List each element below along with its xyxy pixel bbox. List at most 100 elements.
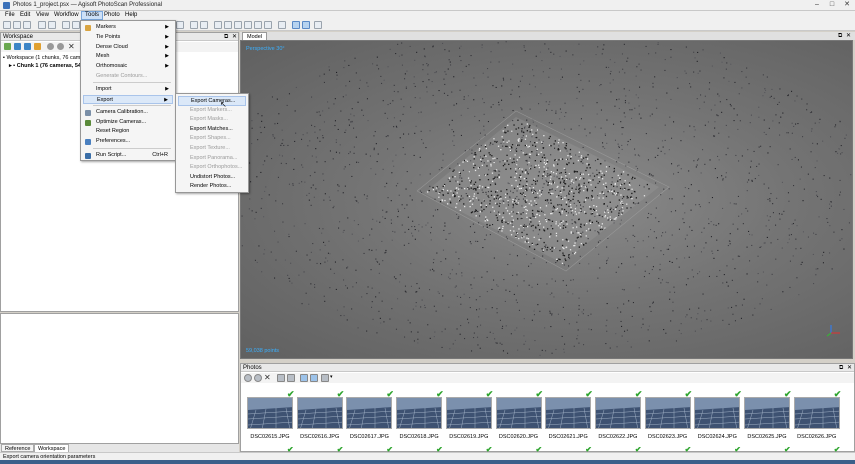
view-mode-icon[interactable] — [321, 374, 329, 382]
export-menu-item-export-panorama[interactable]: Export Panorama... — [178, 154, 246, 164]
grid-icon[interactable] — [190, 21, 198, 29]
menu-edit[interactable]: Edit — [17, 11, 33, 20]
add-folder-icon[interactable] — [24, 43, 31, 50]
filter-icon[interactable] — [300, 374, 308, 382]
export-menu-item-export-shapes[interactable]: Export Shapes... — [178, 134, 246, 144]
zoom-out-icon[interactable] — [224, 21, 232, 29]
tools-menu-item-import[interactable]: Import ▶ — [83, 85, 173, 95]
photo-image — [297, 398, 342, 428]
tools-menu-item-export[interactable]: Export ▶ — [83, 94, 173, 105]
photo-thumbnail[interactable] — [495, 397, 542, 429]
new-icon[interactable] — [3, 21, 11, 29]
photo-thumbnail[interactable] — [396, 397, 443, 429]
minimize-button[interactable]: – — [810, 1, 824, 9]
photo-thumbnail[interactable] — [296, 397, 343, 429]
tools-menu-item-markers[interactable]: Markers ▶ — [83, 23, 173, 33]
tools-menu-item-camera-calibration[interactable]: Camera Calibration... — [83, 108, 173, 118]
export-menu-item-export-matches[interactable]: Export Matches... — [178, 125, 246, 135]
add-markers-icon[interactable] — [34, 43, 41, 50]
photo-thumbnail[interactable] — [694, 397, 741, 429]
maximize-button[interactable]: □ — [825, 1, 839, 9]
photo-thumbnail[interactable] — [346, 397, 393, 429]
panel-float-icon[interactable]: ⧉ — [224, 33, 228, 41]
menu-file[interactable]: File — [2, 11, 18, 20]
photo-filename: DSC02617.JPG — [349, 434, 389, 440]
remove-icon[interactable]: ✕ — [68, 42, 75, 51]
photo-thumbnail[interactable] — [247, 397, 293, 429]
photo-thumbnail[interactable] — [594, 397, 641, 429]
rotate-photo-right-icon[interactable] — [287, 374, 295, 382]
dense-cloud-icon[interactable] — [292, 21, 300, 29]
export-menu-item-export-orthophotos[interactable]: Export Orthophotos... — [178, 163, 246, 173]
redo-icon[interactable] — [48, 21, 56, 29]
menu-help[interactable]: Help — [122, 11, 140, 20]
photo-thumbnail[interactable] — [545, 397, 592, 429]
export-menu-item-undistort-photos[interactable]: Undistort Photos... — [178, 173, 246, 183]
model-viewport[interactable]: Perspective 30° 59,038 points — [240, 40, 853, 359]
rotate-photo-left-icon[interactable] — [277, 374, 285, 382]
tab-model[interactable]: Model — [242, 32, 267, 40]
menu-item-label: Optimize Cameras... — [96, 118, 147, 125]
photo-thumbnail[interactable] — [445, 397, 492, 429]
rect-select-icon[interactable] — [176, 21, 184, 29]
add-photos-icon[interactable] — [14, 43, 21, 50]
enable-cameras-icon[interactable] — [244, 374, 252, 382]
tools-menu-item-preferences[interactable]: Preferences... — [83, 137, 173, 147]
remove-cameras-icon[interactable]: ✕ — [264, 373, 271, 382]
tools-menu-item-optimize-cameras[interactable]: Optimize Cameras... — [83, 118, 173, 128]
navigate-icon[interactable] — [314, 21, 322, 29]
tools-menu-item-generate-contours[interactable]: Generate Contours... — [83, 72, 173, 82]
export-menu-item-export-cameras[interactable]: Export Cameras... — [178, 96, 246, 106]
aligned-check-icon: ✔ — [634, 389, 643, 399]
disable-icon[interactable] — [57, 43, 64, 50]
undo-icon[interactable] — [38, 21, 46, 29]
zoom-in-icon[interactable] — [214, 21, 222, 29]
photos-close-icon[interactable]: ✕ — [847, 364, 852, 372]
menu-view[interactable]: View — [33, 11, 52, 20]
export-menu-item-export-texture[interactable]: Export Texture... — [178, 144, 246, 154]
save-icon[interactable] — [23, 21, 31, 29]
chevron-down-icon[interactable]: ▾ — [330, 374, 333, 380]
points-icon[interactable] — [278, 21, 286, 29]
rotate-left-icon[interactable] — [234, 21, 242, 29]
show-cameras-icon[interactable] — [264, 21, 272, 29]
menu-tools[interactable]: Tools — [81, 11, 104, 20]
open-icon[interactable] — [13, 21, 21, 29]
photo-thumbnail[interactable] — [644, 397, 691, 429]
add-chunk-icon[interactable] — [4, 43, 11, 50]
mesh-icon[interactable] — [302, 21, 310, 29]
photos-float-icon[interactable]: ⧉ — [839, 364, 843, 372]
close-button[interactable]: ✕ — [840, 1, 854, 9]
export-menu-item-export-markers[interactable]: Export Markers... — [178, 106, 246, 116]
grid2-icon[interactable] — [200, 21, 208, 29]
panel-close-icon[interactable]: ✕ — [232, 33, 237, 41]
run-script-icon — [85, 153, 91, 159]
rotate-right-icon[interactable] — [244, 21, 252, 29]
export-menu-item-export-masks[interactable]: Export Masks... — [178, 115, 246, 125]
menu-photo[interactable]: Photo — [101, 11, 123, 20]
rotate-icon[interactable] — [72, 21, 80, 29]
tools-menu-item-mesh[interactable]: Mesh ▶ — [83, 52, 173, 62]
export-menu-item-render-photos[interactable]: Render Photos... — [178, 182, 246, 192]
model-tabbar: Model ⧉ ✕ — [240, 32, 855, 40]
tools-menu-item-reset-region[interactable]: Reset Region — [83, 127, 173, 137]
tools-menu-item-dense-cloud[interactable]: Dense Cloud ▶ — [83, 43, 173, 53]
reset-view-icon[interactable] — [254, 21, 262, 29]
preferences-icon — [85, 139, 91, 146]
reset-filter-icon[interactable] — [310, 374, 318, 382]
photo-filename: DSC02625.JPG — [747, 434, 787, 440]
tab-reference[interactable]: Reference — [1, 444, 35, 452]
select-icon[interactable] — [62, 21, 70, 29]
view-close-icon[interactable]: ✕ — [846, 32, 851, 40]
photo-thumbnail[interactable] — [744, 397, 790, 429]
tools-menu-item-orthomosaic[interactable]: Orthomosaic ▶ — [83, 62, 173, 72]
tools-menu-item-tie-points[interactable]: Tie Points ▶ — [83, 33, 173, 43]
view-float-icon[interactable]: ⧉ — [838, 32, 842, 40]
photo-thumbnail[interactable] — [793, 397, 840, 429]
disable-cameras-icon[interactable] — [254, 374, 262, 382]
menu-workflow[interactable]: Workflow — [51, 11, 82, 20]
tools-menu-item-run-script[interactable]: Run Script... Ctrl+R — [83, 151, 173, 161]
tab-workspace[interactable]: Workspace — [34, 444, 70, 452]
enable-icon[interactable] — [47, 43, 54, 50]
submenu-arrow-icon: ▶ — [165, 53, 169, 60]
